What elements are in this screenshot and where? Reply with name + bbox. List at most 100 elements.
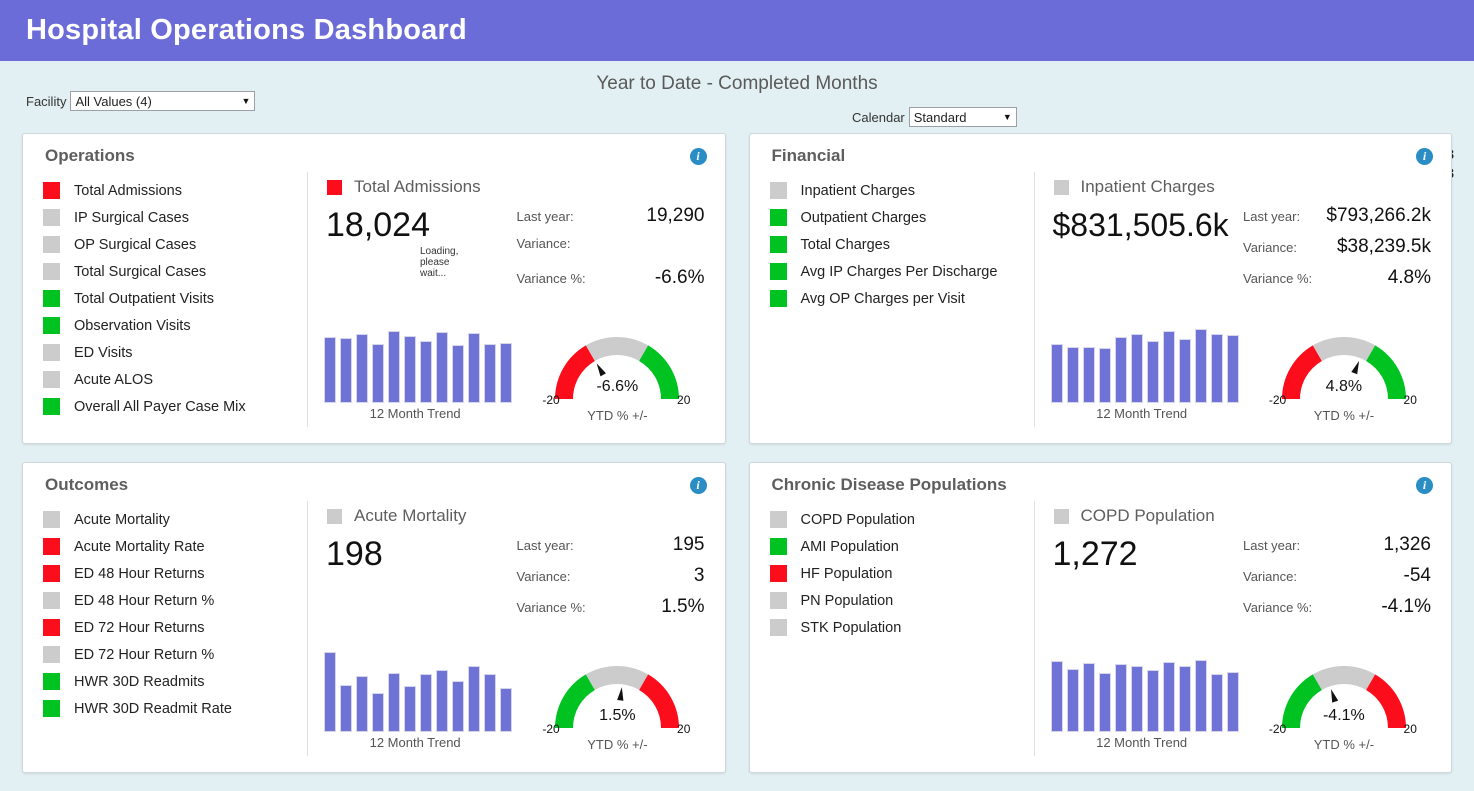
- status-swatch-green: [770, 263, 787, 280]
- trend-bar: [420, 674, 432, 732]
- kpi-last-year-value: $793,266.2k: [1326, 205, 1431, 227]
- info-icon[interactable]: i: [1416, 477, 1433, 494]
- kpi-variance-pct-value: -6.6%: [655, 267, 705, 289]
- kpi-variance-pct-value: -4.1%: [1381, 596, 1431, 618]
- kpi-last-year-label: Last year:: [517, 538, 574, 553]
- kpi-name: Total Admissions: [354, 177, 481, 197]
- kpi-last-year-row: Last year: $793,266.2k: [1243, 205, 1431, 236]
- kpi-last-year-label: Last year:: [517, 209, 574, 224]
- kpi-variance-pct-label: Variance %:: [517, 271, 586, 286]
- legend-item-label: STK Population: [801, 620, 902, 636]
- trend-bar: [404, 336, 416, 403]
- trend-chart: 12 Month Trend: [314, 650, 516, 752]
- info-icon[interactable]: i: [690, 148, 707, 165]
- legend-item-operations-8[interactable]: Overall All Payer Case Mix: [43, 393, 307, 420]
- trend-chart: 12 Month Trend: [314, 321, 516, 423]
- legend-item-outcomes-3[interactable]: ED 48 Hour Return %: [43, 587, 307, 614]
- ytd-gauge: -6.6% -20 20 YTD % +/-: [516, 321, 718, 423]
- trend-chart: 12 Month Trend: [1041, 650, 1243, 752]
- gauge-graphic: -6.6% -20 20: [542, 321, 692, 405]
- status-swatch-gray: [43, 511, 60, 528]
- legend-item-financial-0[interactable]: Inpatient Charges: [770, 177, 1034, 204]
- trend-bar: [1227, 335, 1239, 403]
- legend-item-chronic-disease-populations-3[interactable]: PN Population: [770, 587, 1034, 614]
- legend-item-financial-4[interactable]: Avg OP Charges per Visit: [770, 285, 1034, 312]
- gauge-caption: YTD % +/-: [516, 408, 718, 423]
- legend-item-outcomes-5[interactable]: ED 72 Hour Return %: [43, 641, 307, 668]
- kpi-variance-pct-row: Variance %: 1.5%: [517, 596, 705, 627]
- legend-item-label: PN Population: [801, 593, 894, 609]
- trend-bar: [1083, 347, 1095, 403]
- facility-select[interactable]: All Values (4) ▼: [70, 91, 255, 111]
- legend-item-financial-2[interactable]: Total Charges: [770, 231, 1034, 258]
- kpi-charts: 12 Month Trend 4.8% -20 20 YTD % +/-: [1041, 321, 1446, 423]
- status-swatch-green: [770, 538, 787, 555]
- kpi-variance-row: Variance:: [517, 236, 705, 267]
- status-swatch-red: [43, 538, 60, 555]
- legend-item-outcomes-2[interactable]: ED 48 Hour Returns: [43, 560, 307, 587]
- trend-bar: [1147, 341, 1159, 403]
- panel-header: Outcomes i: [23, 463, 725, 501]
- status-swatch-gray: [770, 592, 787, 609]
- legend-item-operations-0[interactable]: Total Admissions: [43, 177, 307, 204]
- kpi-last-year-row: Last year: 19,290: [517, 205, 705, 236]
- panel-body: Total Admissions IP Surgical Cases OP Su…: [23, 172, 725, 427]
- legend-item-chronic-disease-populations-2[interactable]: HF Population: [770, 560, 1034, 587]
- legend-item-label: Acute Mortality: [74, 512, 170, 528]
- legend-item-financial-3[interactable]: Avg IP Charges Per Discharge: [770, 258, 1034, 285]
- legend-item-financial-1[interactable]: Outpatient Charges: [770, 204, 1034, 231]
- legend-item-label: Observation Visits: [74, 318, 191, 334]
- kpi-header: Acute Mortality: [320, 501, 725, 526]
- legend-item-operations-2[interactable]: OP Surgical Cases: [43, 231, 307, 258]
- kpi-variance-pct-row: Variance %: -6.6%: [517, 267, 705, 298]
- legend-item-outcomes-1[interactable]: Acute Mortality Rate: [43, 533, 307, 560]
- legend-item-outcomes-0[interactable]: Acute Mortality: [43, 506, 307, 533]
- legend-item-operations-6[interactable]: ED Visits: [43, 339, 307, 366]
- legend-item-outcomes-6[interactable]: HWR 30D Readmits: [43, 668, 307, 695]
- metric-legend: Inpatient Charges Outpatient Charges Tot…: [750, 172, 1035, 427]
- legend-item-operations-5[interactable]: Observation Visits: [43, 312, 307, 339]
- trend-bar: [1115, 337, 1127, 403]
- gauge-min-label: -20: [542, 722, 559, 736]
- legend-item-chronic-disease-populations-4[interactable]: STK Population: [770, 614, 1034, 641]
- legend-item-label: Inpatient Charges: [801, 183, 915, 199]
- status-swatch-red: [327, 180, 342, 195]
- trend-bar: [1131, 666, 1143, 732]
- trend-bar: [452, 345, 464, 403]
- calendar-select[interactable]: Standard ▼: [909, 107, 1017, 127]
- legend-item-chronic-disease-populations-1[interactable]: AMI Population: [770, 533, 1034, 560]
- legend-item-chronic-disease-populations-0[interactable]: COPD Population: [770, 506, 1034, 533]
- ytd-gauge: 4.8% -20 20 YTD % +/-: [1243, 321, 1445, 423]
- panel-header: Operations i: [23, 134, 725, 172]
- legend-item-label: Acute ALOS: [74, 372, 153, 388]
- legend-item-operations-3[interactable]: Total Surgical Cases: [43, 258, 307, 285]
- metric-legend: COPD Population AMI Population HF Popula…: [750, 501, 1035, 756]
- kpi-header: Inpatient Charges: [1047, 172, 1452, 197]
- trend-bar: [420, 341, 432, 403]
- panel-body: Inpatient Charges Outpatient Charges Tot…: [750, 172, 1452, 427]
- trend-bar: [1067, 669, 1079, 732]
- legend-item-operations-7[interactable]: Acute ALOS: [43, 366, 307, 393]
- kpi-detail: COPD Population 1,272 Last year: 1,326 V: [1035, 501, 1452, 756]
- legend-item-operations-4[interactable]: Total Outpatient Visits: [43, 285, 307, 312]
- kpi-variance-label: Variance:: [1243, 569, 1297, 584]
- trend-bar: [1051, 661, 1063, 732]
- legend-item-label: Outpatient Charges: [801, 210, 927, 226]
- status-swatch-green: [43, 673, 60, 690]
- status-swatch-gray: [43, 344, 60, 361]
- trend-bar: [1227, 672, 1239, 732]
- info-icon[interactable]: i: [1416, 148, 1433, 165]
- gauge-value: -6.6%: [542, 378, 692, 396]
- kpi-current-value: 1,272: [1047, 528, 1138, 580]
- kpi-last-year-value: 195: [673, 534, 705, 556]
- kpi-charts: 12 Month Trend -4.1% -20 20 YTD % +/-: [1041, 650, 1446, 752]
- trend-bar: [1051, 344, 1063, 403]
- chevron-down-icon: ▼: [242, 96, 251, 106]
- info-icon[interactable]: i: [690, 477, 707, 494]
- legend-item-outcomes-4[interactable]: ED 72 Hour Returns: [43, 614, 307, 641]
- panel-outcomes: Outcomes i Acute Mortality Acute Mortali…: [22, 462, 726, 773]
- legend-item-operations-1[interactable]: IP Surgical Cases: [43, 204, 307, 231]
- trend-bar: [340, 685, 352, 732]
- legend-item-outcomes-7[interactable]: HWR 30D Readmit Rate: [43, 695, 307, 722]
- panel-grid: Operations i Total Admissions IP Surgica…: [0, 133, 1474, 791]
